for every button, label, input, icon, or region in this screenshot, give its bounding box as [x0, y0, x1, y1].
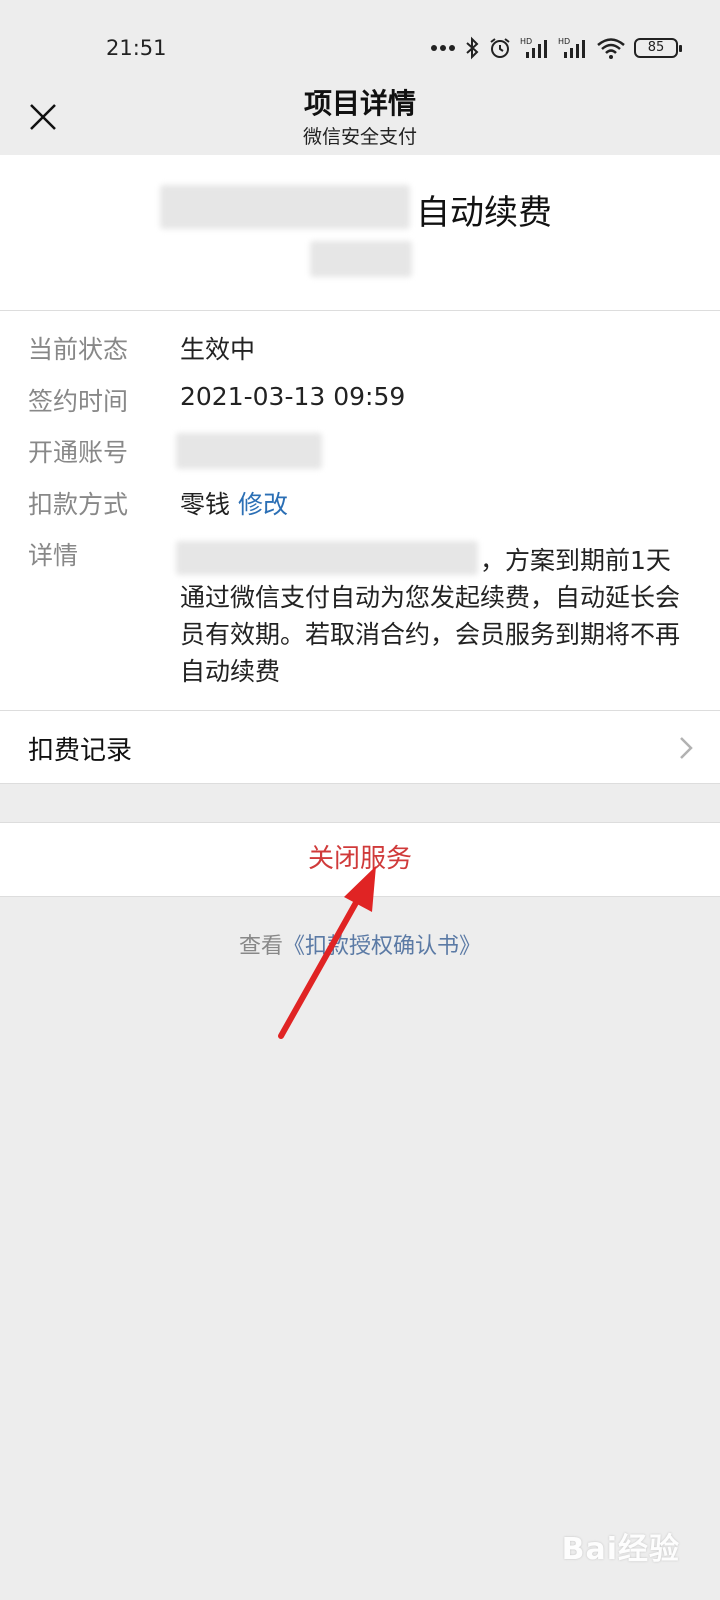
watermark-logo: Bai经验	[561, 1532, 680, 1567]
annotation-arrow-icon	[278, 866, 376, 1039]
